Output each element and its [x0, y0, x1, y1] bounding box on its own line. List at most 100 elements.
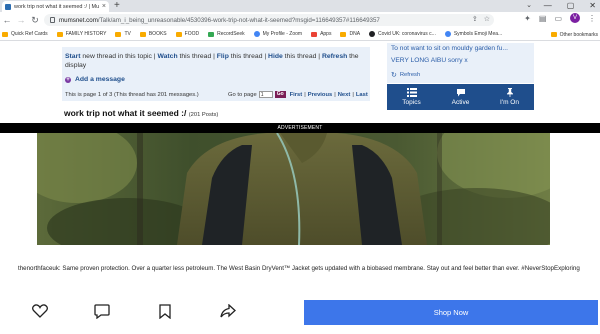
new-tab-button[interactable]: +: [114, 0, 120, 12]
bookmark-star-icon[interactable]: ☆: [484, 14, 490, 26]
folder-icon: [56, 31, 63, 37]
action-text: this thread |: [228, 53, 269, 60]
related-threads-panel: To not want to sit on mouldy garden fu..…: [387, 43, 534, 83]
globe-icon: [369, 31, 376, 37]
advertisement-label: ADVERTISEMENT: [0, 123, 600, 133]
start-thread-link[interactable]: Start: [65, 53, 81, 60]
shop-now-button[interactable]: Shop Now: [304, 300, 598, 325]
side-panel-icon[interactable]: ▭: [554, 14, 562, 23]
bookmark-dna[interactable]: DNA: [340, 31, 360, 37]
save-bookmark-icon[interactable]: [159, 304, 171, 319]
tab-close-icon[interactable]: ×: [102, 3, 106, 10]
thread-controls-panel: Start new thread in this topic | Watch t…: [62, 47, 370, 101]
refresh-label: Refresh: [399, 72, 421, 78]
topics-list-icon: [406, 88, 417, 97]
share-icon[interactable]: ⇪: [472, 14, 478, 26]
bookmark-food[interactable]: FOOD: [175, 31, 199, 37]
thread-title-text: work trip not what it seemed :/: [64, 108, 187, 118]
nav-active[interactable]: Active: [436, 84, 485, 110]
reading-list-icon[interactable]: ▤: [539, 14, 547, 23]
action-text: new thread in this topic |: [80, 53, 158, 60]
browser-tab-bar: work trip not what it seemed :/ | Mum...…: [0, 0, 600, 12]
ad-photo-illustration: [37, 133, 550, 245]
folder-icon: [175, 31, 182, 37]
bookmark-symbols-emoji[interactable]: Symbols Emoji Mea...: [444, 31, 502, 37]
nav-im-on[interactable]: I'm On: [485, 84, 534, 110]
lock-icon[interactable]: [50, 17, 55, 23]
back-button[interactable]: ←: [0, 15, 14, 25]
extensions-icon[interactable]: ✦: [524, 14, 531, 23]
hide-thread-link[interactable]: Hide: [268, 53, 283, 60]
nav-active-label: Active: [451, 99, 470, 106]
pagination-separator: |: [334, 91, 336, 98]
plus-icon: +: [65, 76, 71, 83]
window-controls: — ▢ ✕: [544, 0, 596, 12]
tab-title: work trip not what it seemed :/ | Mum...: [14, 3, 99, 10]
page-number-input[interactable]: 1: [258, 91, 273, 98]
add-message-link[interactable]: + Add a message: [65, 76, 125, 83]
comment-icon[interactable]: [94, 304, 110, 319]
goto-label: Go to page: [228, 91, 257, 98]
action-text: this thread |: [282, 53, 322, 60]
browser-toolbar: ← → ↻ mumsnet.com/Talk/am_i_being_unreas…: [0, 12, 600, 28]
bookmark-covid-uk[interactable]: Covid UK: coronavirus c...: [369, 31, 436, 37]
nav-im-on-label: I'm On: [500, 99, 519, 106]
address-bar[interactable]: mumsnet.com/Talk/am_i_being_unreasonable…: [44, 14, 494, 26]
bookmark-quick-ref-cards[interactable]: Quick Ref Cards: [2, 31, 48, 37]
folder-icon: [139, 31, 146, 37]
related-thread-link[interactable]: VERY LONG AIBU sorry x: [391, 57, 531, 64]
folder-icon: [340, 31, 347, 37]
share-arrow-icon[interactable]: [220, 304, 236, 318]
recordseek-icon: [208, 31, 215, 37]
browser-menu-icon[interactable]: ⋮: [588, 14, 596, 23]
related-thread-link[interactable]: To not want to sit on mouldy garden fu..…: [391, 45, 531, 52]
bookmark-family-history[interactable]: FAMILY HISTORY: [56, 31, 106, 37]
previous-page-link[interactable]: Previous: [308, 92, 333, 98]
bookmark-books[interactable]: BOOKS: [139, 31, 167, 37]
next-page-link[interactable]: Next: [338, 92, 351, 98]
ad-image[interactable]: [37, 133, 550, 245]
pagination-separator: |: [352, 91, 354, 98]
side-nav-bar: Topics Active I'm On: [387, 84, 534, 110]
bookmark-other-bookmarks[interactable]: Other bookmarks: [550, 28, 600, 40]
pagination-controls: Go to page 1 Go First | Previous | Next | L…: [228, 91, 368, 98]
thread-title: work trip not what it seemed :/ (201 Pos…: [64, 108, 218, 118]
browser-tab-active[interactable]: work trip not what it seemed :/ | Mum...…: [2, 1, 109, 12]
minimize-button[interactable]: —: [544, 0, 552, 12]
forward-button[interactable]: →: [14, 15, 28, 25]
bookmark-tv[interactable]: TV: [115, 31, 131, 37]
maximize-button[interactable]: ▢: [567, 0, 575, 12]
watch-thread-link[interactable]: Watch: [157, 53, 177, 60]
ad-caption: thenorthfaceuk: Same proven protection. …: [18, 265, 580, 272]
pagination-separator: |: [304, 91, 306, 98]
close-window-button[interactable]: ✕: [589, 0, 596, 12]
refresh-display-link[interactable]: Refresh: [322, 53, 347, 60]
bookmarks-bar: Quick Ref Cards FAMILY HISTORY TV BOOKS …: [0, 28, 600, 41]
refresh-icon: ↻: [391, 72, 397, 79]
page-info: This is page 1 of 3 (This thread has 201…: [65, 92, 199, 98]
thread-actions: Start new thread in this topic | Watch t…: [65, 52, 371, 70]
first-page-link[interactable]: First: [290, 92, 303, 98]
post-count: (201 Posts): [188, 112, 219, 118]
like-heart-icon[interactable]: [32, 304, 48, 318]
tab-search-icon[interactable]: ⌄: [526, 0, 532, 12]
page-icon: [444, 31, 451, 37]
url-host: mumsnet.com: [59, 16, 98, 24]
pin-icon: [506, 88, 513, 97]
refresh-threads-link[interactable]: ↻ Refresh: [391, 71, 420, 79]
nav-topics[interactable]: Topics: [387, 84, 436, 110]
zoom-icon: [253, 31, 260, 37]
mumsnet-favicon-icon: [5, 3, 11, 10]
active-chat-icon: [456, 89, 465, 97]
go-button[interactable]: Go: [274, 91, 286, 98]
folder-icon: [550, 32, 557, 37]
reload-button[interactable]: ↻: [28, 15, 42, 26]
bookmark-apps[interactable]: Apps: [311, 31, 331, 37]
bookmark-zoom-profile[interactable]: My Profile - Zoom: [253, 31, 302, 37]
nav-topics-label: Topics: [402, 99, 421, 106]
flip-thread-link[interactable]: Flip: [217, 53, 229, 60]
last-page-link[interactable]: Last: [356, 92, 368, 98]
apps-grid-icon: [311, 31, 318, 37]
profile-avatar[interactable]: V: [570, 13, 580, 23]
bookmark-recordseek[interactable]: RecordSeek: [208, 31, 245, 37]
